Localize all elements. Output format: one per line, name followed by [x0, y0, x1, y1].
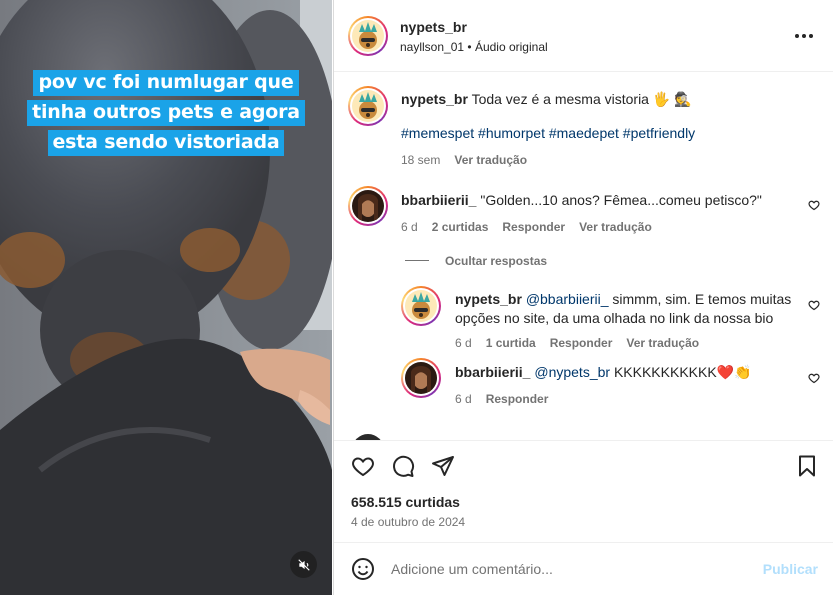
- more-horizontal-icon: [795, 34, 799, 38]
- heart-icon[interactable]: [808, 372, 820, 384]
- overlay-line-3: esta sendo vistoriada: [47, 130, 285, 156]
- overlay-line-1: pov vc foi numlugar que: [33, 70, 299, 96]
- reply-text-line-1: simmm, sim. E temos muitas: [608, 291, 792, 307]
- reply-author-avatar[interactable]: [401, 286, 441, 326]
- comments-list[interactable]: nypets_br Toda vez é a mesma vistoria 🖐 …: [334, 72, 833, 440]
- caption-text: Toda vez é a mesma vistoria 🖐 🕵: [471, 91, 692, 107]
- reply-likes-count[interactable]: 1 curtida: [486, 336, 536, 350]
- heart-icon[interactable]: [808, 199, 820, 211]
- comment-item: bbarbiierii_ "Golden...10 anos? Fêmea...…: [401, 191, 801, 234]
- reply-username[interactable]: nypets_br: [455, 291, 522, 307]
- add-comment-bar: Adicione um comentário... Publicar: [334, 542, 833, 595]
- reply-reply-button[interactable]: Responder: [550, 336, 613, 350]
- post-header: nypets_br nayllson_01 • Áudio original: [334, 0, 833, 72]
- caption-time: 18 sem: [401, 153, 441, 167]
- reply-item: bbarbiierii_ @nypets_br KKKKKKKKKKK❤️👏 6…: [455, 363, 795, 406]
- user-photo-avatar-icon: [405, 362, 437, 394]
- post-likes-count[interactable]: 658.515 curtidas: [351, 494, 460, 510]
- comment-input[interactable]: Adicione um comentário...: [391, 561, 553, 577]
- author-avatar[interactable]: [348, 16, 388, 56]
- caption-author-avatar[interactable]: [348, 86, 388, 126]
- comment-likes-count[interactable]: 2 curtidas: [432, 220, 489, 234]
- heart-icon[interactable]: [351, 454, 375, 478]
- bookmark-icon[interactable]: [795, 454, 819, 478]
- reply-username[interactable]: bbarbiierii_: [455, 364, 530, 380]
- publish-button[interactable]: Publicar: [763, 561, 818, 577]
- original-audio-link[interactable]: Áudio original: [475, 40, 548, 54]
- reply-time: 6 d: [455, 336, 472, 350]
- audio-author-link[interactable]: nayllson_01: [400, 40, 464, 54]
- reply-mention-link[interactable]: @nypets_br: [534, 364, 610, 380]
- heart-icon[interactable]: [808, 299, 820, 311]
- reply-text-line-2: opções no site, da uma olhada no link da…: [455, 310, 774, 326]
- reply-author-avatar[interactable]: [401, 358, 441, 398]
- comment-reply-button[interactable]: Responder: [502, 220, 565, 234]
- hide-replies-toggle[interactable]: Ocultar respostas: [405, 252, 547, 270]
- commenter-avatar[interactable]: [348, 186, 388, 226]
- more-options-button[interactable]: [792, 28, 816, 44]
- comment-username[interactable]: bbarbiierii_: [401, 192, 476, 208]
- post-date[interactable]: 4 de outubro de 2024: [351, 515, 465, 529]
- post-media-video[interactable]: pov vc foi numlugar que tinha outros pet…: [0, 0, 332, 595]
- reply-text: KKKKKKKKKKK❤️👏: [610, 364, 752, 380]
- post-actions-bar: 658.515 curtidas 4 de outubro de 2024: [334, 440, 833, 542]
- statue-of-liberty-dog-avatar-icon: [405, 290, 437, 322]
- post-caption: nypets_br Toda vez é a mesma vistoria 🖐 …: [401, 90, 811, 167]
- video-caption-overlay: pov vc foi numlugar que tinha outros pet…: [0, 68, 332, 158]
- author-username[interactable]: nypets_br: [400, 19, 548, 35]
- overlay-line-2: tinha outros pets e agora: [27, 100, 305, 126]
- hide-replies-label: Ocultar respostas: [445, 254, 548, 268]
- subtitle-separator: •: [464, 40, 475, 54]
- mute-toggle-button[interactable]: [290, 551, 317, 578]
- reply-reply-button[interactable]: Responder: [486, 392, 549, 406]
- comment-text: "Golden...10 anos? Fêmea...comeu petisco…: [480, 192, 762, 208]
- caption-hashtags[interactable]: #memespet #humorpet #maedepet #petfriend…: [401, 125, 811, 141]
- post-details-panel: nypets_br nayllson_01 • Áudio original n…: [333, 0, 833, 595]
- statue-of-liberty-dog-avatar-icon: [352, 20, 384, 52]
- reply-mention-link[interactable]: @bbarbiierii_: [526, 291, 609, 307]
- replies-divider-line: [405, 260, 429, 262]
- send-icon[interactable]: [431, 454, 455, 478]
- statue-of-liberty-dog-avatar-icon: [352, 90, 384, 122]
- caption-username[interactable]: nypets_br: [401, 91, 468, 107]
- reply-item: nypets_br @bbarbiierii_ simmm, sim. E te…: [455, 290, 795, 350]
- user-photo-avatar-icon: [352, 190, 384, 222]
- caption-translate-link[interactable]: Ver tradução: [454, 153, 527, 167]
- comment-icon[interactable]: [391, 454, 415, 478]
- emoji-icon[interactable]: [351, 557, 375, 581]
- reply-translate-link[interactable]: Ver tradução: [626, 336, 699, 350]
- comment-translate-link[interactable]: Ver tradução: [579, 220, 652, 234]
- speaker-muted-icon: [297, 558, 310, 571]
- comment-time: 6 d: [401, 220, 418, 234]
- reply-time: 6 d: [455, 392, 472, 406]
